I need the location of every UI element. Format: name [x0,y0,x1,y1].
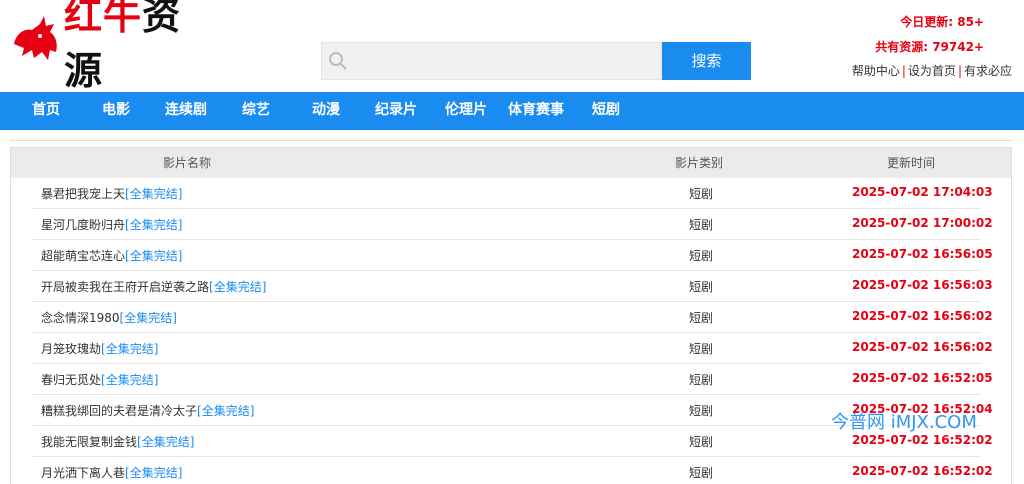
status-tag[interactable]: [全集完结] [125,187,182,201]
header-update-time: 更新时间 [887,156,936,170]
top-links: 帮助中心 | 设为首页 | 有求必应 [852,62,1012,79]
status-tag[interactable]: [全集完结] [209,280,266,294]
nav-item-variety[interactable]: 综艺 [242,92,270,130]
total-resources: 共有资源: 79742+ [875,35,984,60]
site-logo[interactable]: 红牛资源 [10,0,220,93]
update-time-cell: 2025-07-02 17:00:02 [852,216,993,230]
title-text[interactable]: 我能无限复制金钱 [41,435,137,449]
table-row: 月笼玫瑰劫[全集完结] 短剧 2025-07-02 16:56:02 [11,333,1011,364]
update-time-cell: 2025-07-02 16:52:02 [852,433,993,447]
category-cell: 短剧 [689,187,714,201]
site-stats: 今日更新: 85+ 共有资源: 79742+ [875,10,984,60]
category-cell: 短剧 [689,218,714,232]
site-header: 红牛资源 搜索 今日更新: 85+ 共有资源: 79742+ 帮助中心 | 设为首页… [0,0,1024,93]
status-tag[interactable]: [全集完结] [101,373,158,387]
title-text[interactable]: 暴君把我宠上天 [41,187,125,201]
update-time-cell: 2025-07-02 17:04:03 [852,185,993,199]
category-cell: 短剧 [689,373,714,387]
link-separator: | [957,64,962,78]
category-cell: 短剧 [689,435,714,449]
nav-item-movies[interactable]: 电影 [102,92,130,130]
title-text[interactable]: 糟糕我绑回的夫君是清冷太子 [41,404,197,418]
bull-icon [14,16,57,60]
category-cell: 短剧 [689,311,714,325]
table-row: 春归无觅处[全集完结] 短剧 2025-07-02 16:52:05 [11,364,1011,395]
nav-item-sports[interactable]: 体育赛事 [508,92,564,130]
status-tag[interactable]: [全集完结] [125,249,182,263]
status-tag[interactable]: [全集完结] [125,218,182,232]
title-text[interactable]: 春归无觅处 [41,373,101,387]
status-tag[interactable]: [全集完结] [101,342,158,356]
title-text[interactable]: 月光洒下离人巷 [41,466,125,480]
help-center-link[interactable]: 帮助中心 [852,64,900,78]
search-input[interactable] [358,43,662,81]
title-link[interactable]: 超能萌宝芯连心[全集完结] [41,247,182,264]
nav-item-home[interactable]: 首页 [32,92,60,130]
nav-item-series[interactable]: 连续剧 [165,92,207,130]
status-tag[interactable]: [全集完结] [137,435,194,449]
search-button[interactable]: 搜索 [662,42,751,80]
status-tag[interactable]: [全集完结] [120,311,177,325]
title-text[interactable]: 星河几度盼归舟 [41,218,125,232]
table-row: 月光洒下离人巷[全集完结] 短剧 2025-07-02 16:52:02 [11,457,1011,484]
category-cell: 短剧 [689,342,714,356]
main-nav: 首页 电影 连续剧 综艺 动漫 纪录片 伦理片 体育赛事 短剧 [0,92,1024,130]
update-time-cell: 2025-07-02 16:52:05 [852,371,993,385]
title-link[interactable]: 星河几度盼归舟[全集完结] [41,216,182,233]
title-link[interactable]: 糟糕我绑回的夫君是清冷太子[全集完结] [41,402,254,419]
update-time-cell: 2025-07-02 16:52:02 [852,464,993,478]
set-homepage-link[interactable]: 设为首页 [908,64,956,78]
header-category: 影片类别 [675,156,724,170]
search-box [321,42,662,81]
update-time-cell: 2025-07-02 16:56:02 [852,309,993,323]
title-link[interactable]: 暴君把我宠上天[全集完结] [41,185,182,202]
title-link[interactable]: 月光洒下离人巷[全集完结] [41,464,182,481]
table-row: 开局被卖我在王府开启逆袭之路[全集完结] 短剧 2025-07-02 16:56:0… [11,271,1011,302]
category-cell: 短剧 [689,466,714,480]
title-link[interactable]: 念念情深1980[全集完结] [41,309,177,326]
title-link[interactable]: 我能无限复制金钱[全集完结] [41,433,194,450]
total-resources-value: 79742+ [932,40,984,54]
watermark: 今普网 iMJX.COM [831,412,977,433]
table-row: 念念情深1980[全集完结] 短剧 2025-07-02 16:56:02 [11,302,1011,333]
today-updates-value: 85+ [957,15,984,29]
title-text[interactable]: 月笼玫瑰劫 [41,342,101,356]
category-cell: 短剧 [689,280,714,294]
table-header: 影片名称 影片类别 更新时间 [11,148,1011,178]
nav-item-shorts[interactable]: 短剧 [592,92,620,130]
status-tag[interactable]: [全集完结] [197,404,254,418]
title-link[interactable]: 月笼玫瑰劫[全集完结] [41,340,158,357]
update-time-cell: 2025-07-02 16:56:03 [852,278,993,292]
category-cell: 短剧 [689,404,714,418]
title-text[interactable]: 开局被卖我在王府开启逆袭之路 [41,280,209,294]
update-time-cell: 2025-07-02 16:56:02 [852,340,993,354]
search-icon [329,52,347,70]
title-link[interactable]: 开局被卖我在王府开启逆袭之路[全集完结] [41,278,266,295]
divider [10,140,1012,141]
header-title: 影片名称 [163,156,212,170]
request-link[interactable]: 有求必应 [964,64,1012,78]
logo-text-red: 红牛 [64,0,143,38]
nav-item-documentary[interactable]: 纪录片 [375,92,417,130]
nav-item-anime[interactable]: 动漫 [312,92,340,130]
category-cell: 短剧 [689,249,714,263]
status-tag[interactable]: [全集完结] [125,466,182,480]
total-resources-label: 共有资源: [875,40,928,54]
today-updates: 今日更新: 85+ [875,10,984,35]
update-time-cell: 2025-07-02 16:56:05 [852,247,993,261]
nav-item-ethics[interactable]: 伦理片 [445,92,487,130]
title-text[interactable]: 超能萌宝芯连心 [41,249,125,263]
title-link[interactable]: 春归无觅处[全集完结] [41,371,158,388]
table-row: 星河几度盼归舟[全集完结] 短剧 2025-07-02 17:00:02 [11,209,1011,240]
table-row: 暴君把我宠上天[全集完结] 短剧 2025-07-02 17:04:03 [11,178,1011,209]
today-updates-label: 今日更新: [900,15,954,29]
title-text[interactable]: 念念情深1980 [41,311,120,325]
logo-text: 红牛资源 [64,0,220,95]
table-row: 超能萌宝芯连心[全集完结] 短剧 2025-07-02 16:56:05 [11,240,1011,271]
link-separator: | [901,64,906,78]
